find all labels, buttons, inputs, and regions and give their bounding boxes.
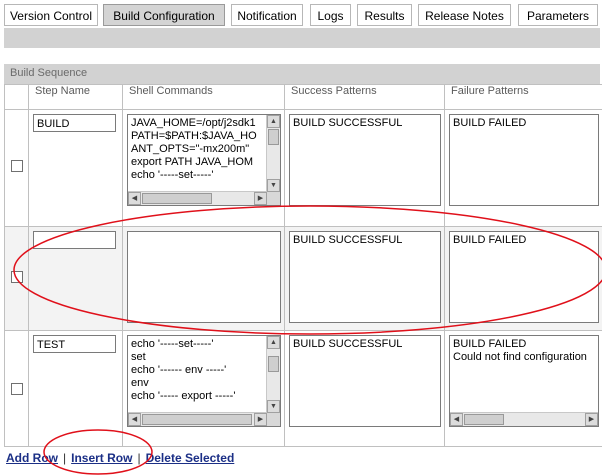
shell-commands-textarea[interactable]: echo '-----set-----' set echo '------ en… [127, 334, 281, 427]
vertical-scrollbar[interactable]: ▲ ▼ [266, 335, 280, 413]
column-header-step-name: Step Name [28, 83, 123, 111]
text-line: Could not find configuration [453, 350, 587, 363]
table-row: BUILD JAVA_HOME=/opt/j2sdk1 PATH=$PATH:$… [4, 109, 602, 227]
scroll-corner [267, 412, 280, 426]
tab-logs[interactable]: Logs [310, 4, 351, 26]
success-patterns-cell: BUILD SUCCESSFUL [284, 225, 445, 331]
success-patterns-cell: BUILD SUCCESSFUL [284, 109, 445, 227]
success-patterns-textarea[interactable]: BUILD SUCCESSFUL [289, 230, 441, 323]
scroll-down-arrow-icon[interactable]: ▼ [267, 179, 280, 193]
row-checkbox[interactable] [11, 270, 23, 283]
text-line: ANT_OPTS="-mx200m" [131, 143, 250, 156]
text-line: BUILD SUCCESSFUL [293, 117, 403, 130]
step-name-input[interactable]: BUILD [33, 114, 116, 133]
scroll-right-arrow-icon[interactable]: ▶ [585, 412, 598, 426]
select-cell [4, 329, 29, 448]
tab-results[interactable]: Results [357, 4, 412, 26]
scroll-up-arrow-icon[interactable]: ▲ [267, 335, 280, 349]
scroll-right-arrow-icon[interactable]: ▶ [254, 192, 267, 206]
failure-patterns-cell: BUILD FAILED Could not find configuratio… [444, 329, 602, 448]
scroll-up-arrow-icon[interactable]: ▲ [267, 115, 280, 129]
scroll-thumb[interactable] [268, 129, 279, 146]
build-sequence-table: Step Name Shell Commands Success Pattern… [4, 83, 602, 448]
column-header-failure-patterns: Failure Patterns [444, 83, 602, 111]
success-patterns-textarea[interactable]: BUILD SUCCESSFUL [289, 334, 441, 427]
scroll-thumb[interactable] [142, 413, 252, 425]
step-name-cell: BUILD [28, 109, 123, 227]
text-line: BUILD SUCCESSFUL [293, 337, 403, 350]
horizontal-scrollbar[interactable]: ◀ ▶ [128, 411, 267, 426]
add-row-link[interactable]: Add Row [6, 451, 58, 465]
scroll-corner [267, 192, 280, 206]
success-patterns-textarea[interactable]: BUILD SUCCESSFUL [289, 114, 441, 207]
shell-commands-cell [122, 225, 285, 331]
table-row: BUILD SUCCESSFUL BUILD FAILED [4, 225, 602, 331]
row-checkbox[interactable] [11, 160, 23, 173]
table-row: TEST echo '-----set-----' set echo '----… [4, 329, 602, 448]
text-line: set [131, 350, 146, 363]
text-line: BUILD SUCCESSFUL [293, 233, 403, 246]
scroll-thumb[interactable] [464, 413, 504, 425]
text-line: BUILD FAILED [453, 337, 527, 350]
row-actions: Add Row | Insert Row | Delete Selected [6, 451, 234, 465]
tab-release-notes[interactable]: Release Notes [418, 4, 511, 26]
step-name-input[interactable]: TEST [33, 334, 116, 353]
text-line: echo '-----set-----' [131, 169, 214, 182]
text-line: JAVA_HOME=/opt/j2sdk1 [131, 117, 256, 130]
scroll-left-arrow-icon[interactable]: ◀ [450, 412, 463, 426]
link-separator: | [137, 451, 141, 465]
failure-patterns-textarea[interactable]: BUILD FAILED Could not find configuratio… [449, 334, 599, 427]
section-header: Build Sequence [4, 64, 600, 84]
failure-patterns-textarea[interactable]: BUILD FAILED [449, 114, 599, 207]
toolbar-strip [4, 28, 600, 48]
scroll-down-arrow-icon[interactable]: ▼ [267, 399, 280, 413]
delete-selected-link[interactable]: Delete Selected [146, 451, 235, 465]
link-separator: | [63, 451, 67, 465]
section-title: Build Sequence [10, 67, 88, 79]
failure-patterns-cell: BUILD FAILED [444, 109, 602, 227]
success-patterns-cell: BUILD SUCCESSFUL [284, 329, 445, 448]
vertical-scrollbar[interactable]: ▲ ▼ [266, 115, 280, 193]
scroll-thumb[interactable] [142, 193, 212, 205]
text-line: BUILD FAILED [453, 233, 527, 246]
insert-row-link[interactable]: Insert Row [71, 451, 132, 465]
row-checkbox[interactable] [11, 382, 23, 395]
tab-parameters[interactable]: Parameters [518, 4, 598, 26]
horizontal-scrollbar[interactable]: ◀ ▶ [128, 191, 267, 206]
select-cell [4, 109, 29, 227]
select-column-header [4, 83, 29, 111]
text-line: BUILD FAILED [453, 117, 527, 130]
failure-patterns-cell: BUILD FAILED [444, 225, 602, 331]
step-name-input[interactable] [33, 230, 116, 249]
horizontal-scrollbar[interactable]: ◀ ▶ [450, 411, 598, 426]
text-line: echo '-----set-----' [131, 337, 214, 350]
column-header-shell-commands: Shell Commands [122, 83, 285, 111]
step-name-cell [28, 225, 123, 331]
scroll-right-arrow-icon[interactable]: ▶ [254, 412, 267, 426]
shell-commands-cell: echo '-----set-----' set echo '------ en… [122, 329, 285, 448]
table-header-row: Step Name Shell Commands Success Pattern… [4, 83, 602, 111]
text-line: echo '------ env -----' [131, 363, 227, 376]
text-line: PATH=$PATH:$JAVA_HO [131, 130, 257, 143]
shell-commands-textarea[interactable] [127, 230, 281, 323]
tab-build-configuration[interactable]: Build Configuration [103, 4, 225, 26]
scroll-left-arrow-icon[interactable]: ◀ [128, 192, 141, 206]
text-line: echo '----- export -----' [131, 389, 236, 402]
tab-version-control[interactable]: Version Control [4, 4, 98, 26]
failure-patterns-textarea[interactable]: BUILD FAILED [449, 230, 599, 323]
select-cell [4, 225, 29, 331]
text-line: env [131, 376, 149, 389]
step-name-cell: TEST [28, 329, 123, 448]
scroll-left-arrow-icon[interactable]: ◀ [128, 412, 141, 426]
shell-commands-textarea[interactable]: JAVA_HOME=/opt/j2sdk1 PATH=$PATH:$JAVA_H… [127, 114, 281, 207]
tab-bar: Version Control Build Configuration Noti… [0, 0, 602, 30]
column-header-success-patterns: Success Patterns [284, 83, 445, 111]
scroll-thumb[interactable] [268, 355, 279, 372]
shell-commands-cell: JAVA_HOME=/opt/j2sdk1 PATH=$PATH:$JAVA_H… [122, 109, 285, 227]
tab-notification[interactable]: Notification [231, 4, 303, 26]
text-line: export PATH JAVA_HOM [131, 156, 254, 169]
